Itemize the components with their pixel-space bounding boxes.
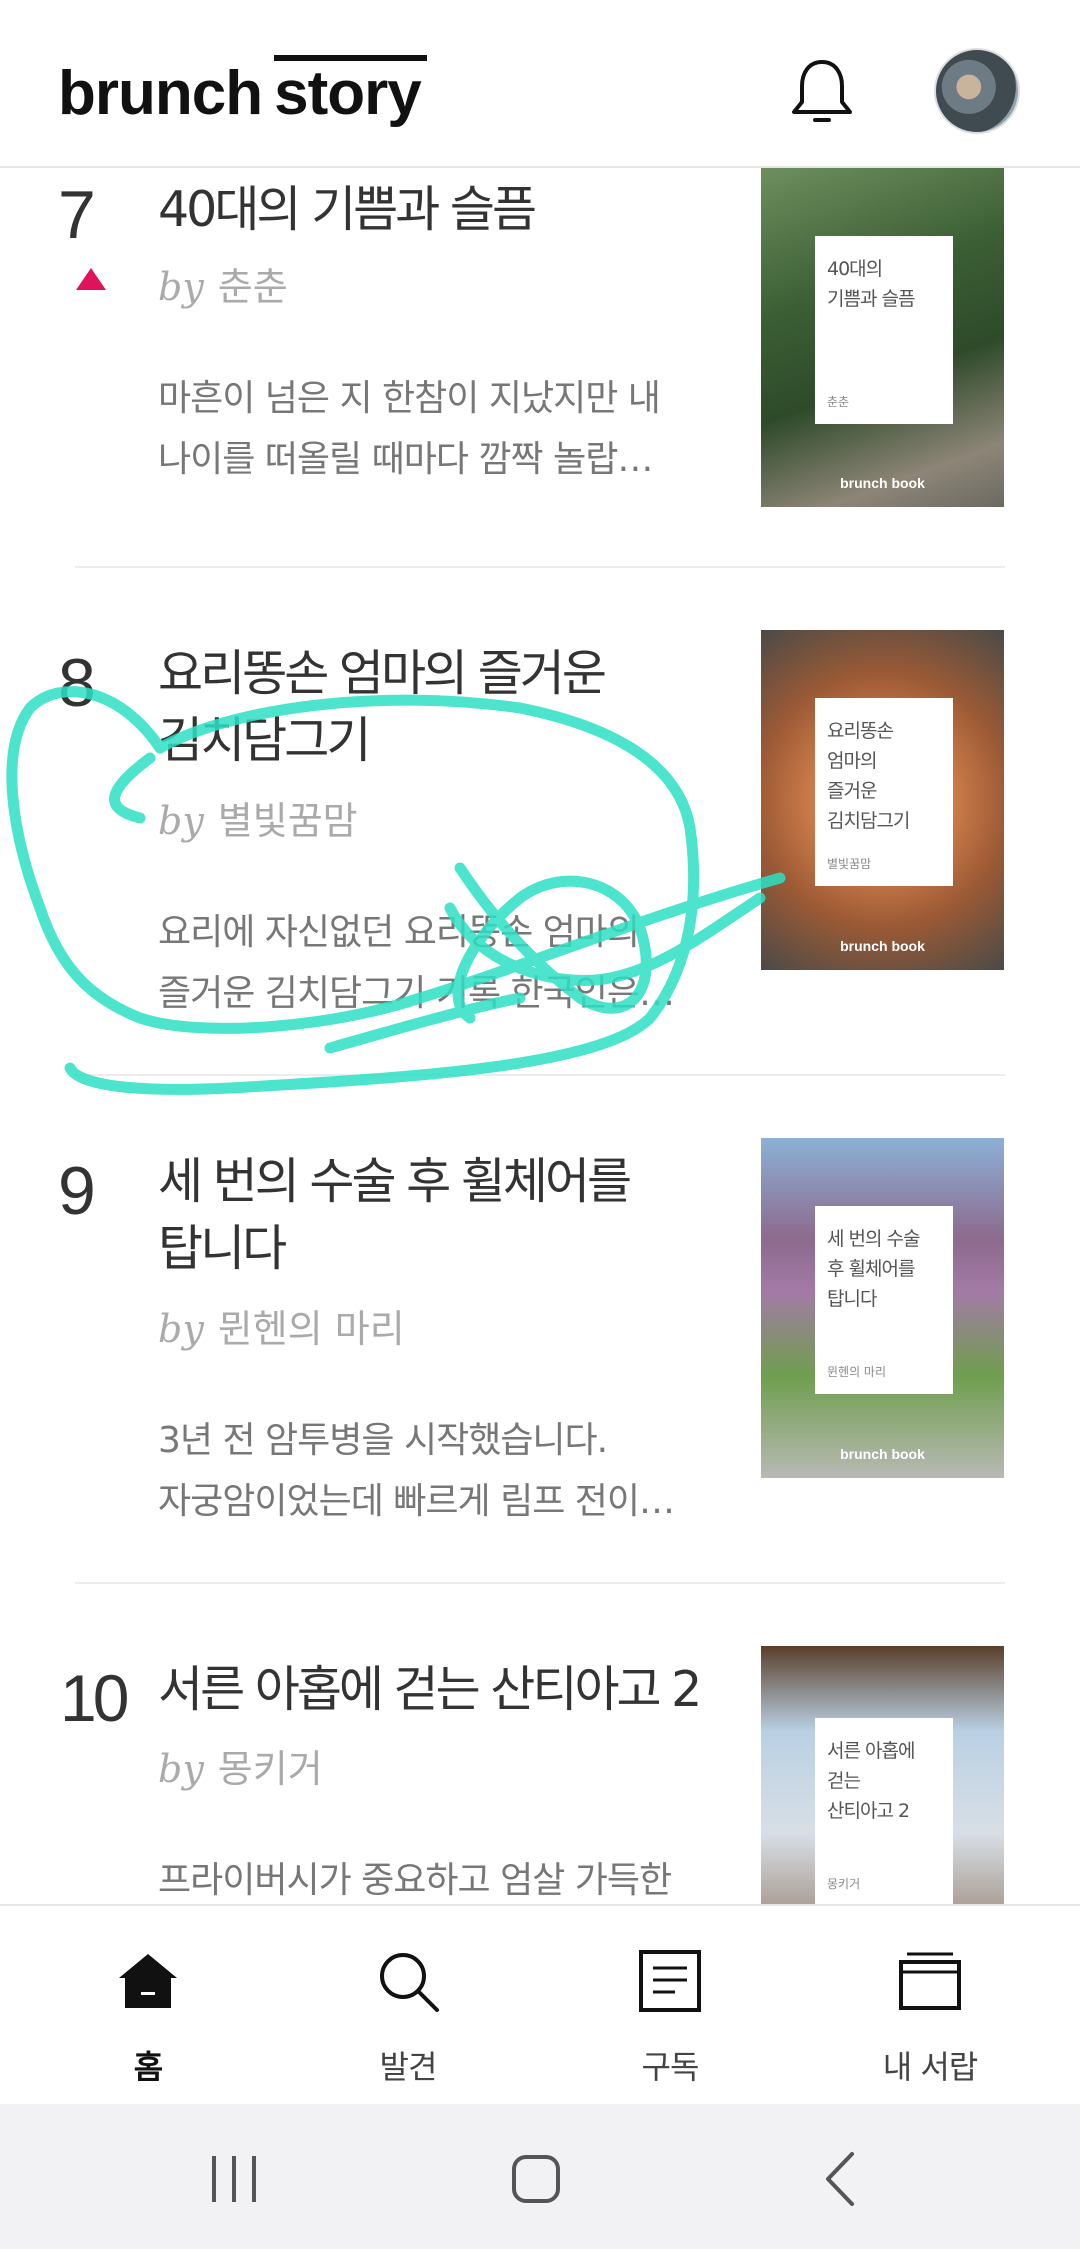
book-cover[interactable]: 서른 아홉에 걷는 산티아고 2 몽키거: [761, 1646, 1004, 1904]
list-item[interactable]: 8 요리똥손 엄마의 즐거운 김치담그기 by 별빛꿈맘 요리에 자신없던 요리똥손…: [0, 568, 1080, 1076]
article-title[interactable]: 서른 아홉에 걷는 산티아고 2: [158, 1656, 758, 1723]
article-title[interactable]: 세 번의 수술 후 휠체어를 탑니다: [158, 1148, 718, 1282]
search-icon: [380, 1953, 439, 2012]
recent-apps-icon[interactable]: [199, 2144, 269, 2214]
article-desc: 요리에 자신없던 요리똥손 엄마의 즐거운 김치담그기 기록 한국인은…: [158, 912, 675, 1014]
list-item[interactable]: 7 40대의 기쁨과 슬픔 by 춘춘 마흔이 넘은 지 한참이 지났지만 내 나이…: [0, 168, 1080, 568]
nav-discover[interactable]: 발견: [308, 1906, 508, 2106]
nav-home[interactable]: 홈: [48, 1906, 248, 2106]
list-item[interactable]: 10 서른 아홉에 걷는 산티아고 2 by 몽키거 프라이버시가 중요하고 엄살…: [0, 1584, 1080, 1904]
article-byline: by 춘춘: [158, 265, 288, 309]
article-byline: by 몽키거: [158, 1747, 323, 1791]
bottom-navigation: 홈 발견 구독 내 서랍: [0, 1904, 1080, 2104]
drawer-icon: [899, 1952, 961, 2010]
logo-story: story: [274, 59, 422, 128]
avatar[interactable]: [934, 48, 1020, 134]
home-icon: [119, 1954, 177, 2008]
list-item[interactable]: 9 세 번의 수술 후 휠체어를 탑니다 by 뮌헨의 마리 3년 전 암투병을 시…: [0, 1076, 1080, 1584]
system-navigation-bar: [0, 2104, 1080, 2249]
brunch-story-logo[interactable]: brunch story: [58, 58, 422, 129]
nav-discover-label: 발견: [379, 2048, 438, 2086]
article-title[interactable]: 요리똥손 엄마의 즐거운 김치담그기: [158, 640, 718, 774]
article-desc: 마흔이 넘은 지 한참이 지났지만 내 나이를 떠올릴 때마다 깜짝 놀랍…: [158, 378, 661, 480]
article-byline: by 뮌헨의 마리: [158, 1307, 405, 1351]
rank-up-icon: [76, 268, 106, 290]
logo-brunch: brunch: [58, 59, 263, 128]
book-cover[interactable]: 40대의 기쁨과 슬픔 춘춘 brunch book: [761, 168, 1004, 507]
nav-subscribe-label: 구독: [641, 2048, 700, 2086]
nav-home-label: 홈: [133, 2048, 163, 2086]
article-title[interactable]: 40대의 기쁨과 슬픔: [158, 176, 718, 243]
back-icon[interactable]: [806, 2144, 876, 2214]
document-icon: [639, 1950, 701, 2012]
article-desc: 프라이버시가 중요하고 엄살 가득한: [158, 1860, 672, 1901]
bell-icon[interactable]: [782, 52, 862, 132]
ranking-list: 7 40대의 기쁨과 슬픔 by 춘춘 마흔이 넘은 지 한참이 지났지만 내 나이…: [0, 168, 1080, 1904]
nav-subscribe[interactable]: 구독: [570, 1906, 770, 2106]
article-desc: 3년 전 암투병을 시작했습니다. 자궁암이었는데 빠르게 림프 전이…: [158, 1420, 675, 1522]
article-byline: by 별빛꿈맘: [158, 799, 358, 843]
book-cover[interactable]: 세 번의 수술 후 휠체어를 탑니다 뮌헨의 마리 brunch book: [761, 1138, 1004, 1478]
nav-drawer-label: 내 서랍: [882, 2048, 979, 2086]
home-button-icon[interactable]: [501, 2144, 571, 2214]
book-cover[interactable]: 요리똥손 엄마의 즐거운 김치담그기 별빛꿈맘 brunch book: [761, 630, 1004, 970]
app-header: brunch story: [0, 0, 1080, 168]
nav-drawer[interactable]: 내 서랍: [830, 1906, 1030, 2106]
